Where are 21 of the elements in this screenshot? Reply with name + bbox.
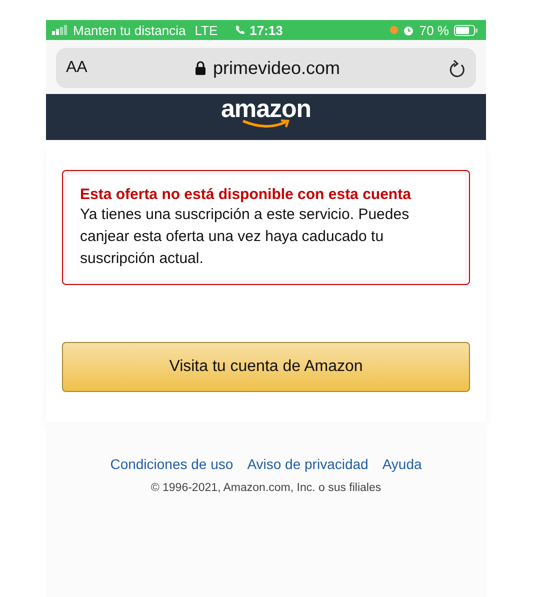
alert-message: Ya tienes una suscripción a este servicio. Puedes canjear esta oferta una vez haya caducado tu suscripción actual.	[80, 205, 410, 269]
text-size-button[interactable]: AA	[66, 59, 96, 77]
url-text: primevideo.com	[212, 58, 340, 78]
signal-icon	[52, 25, 68, 35]
amazon-logo[interactable]: amazon	[220, 94, 312, 129]
carrier-name: Manten tu distancia	[73, 22, 186, 38]
battery-icon	[454, 24, 478, 36]
footer-link[interactable]: Aviso de privacidad	[247, 456, 368, 472]
network-type: LTE	[194, 22, 218, 38]
reload-icon[interactable]	[449, 58, 466, 78]
battery-percent: 70 %	[419, 22, 449, 38]
lock-icon	[194, 61, 206, 75]
alarm-icon	[403, 24, 414, 36]
address-bar[interactable]: AA primevideo.com	[56, 48, 476, 88]
footer-link[interactable]: Condiciones de uso	[110, 456, 234, 472]
phone-icon	[234, 25, 245, 35]
alert-title: Esta oferta no está disponible con esta cuenta	[80, 185, 412, 204]
clock-time: 17:13	[250, 22, 283, 38]
copyright-text: © 1996-2021, Amazon.com, Inc. o sus filiales	[150, 482, 382, 494]
footer-link[interactable]: Ayuda	[382, 456, 422, 472]
account-button[interactable]: Visita tu cuenta de Amazon	[62, 342, 470, 392]
